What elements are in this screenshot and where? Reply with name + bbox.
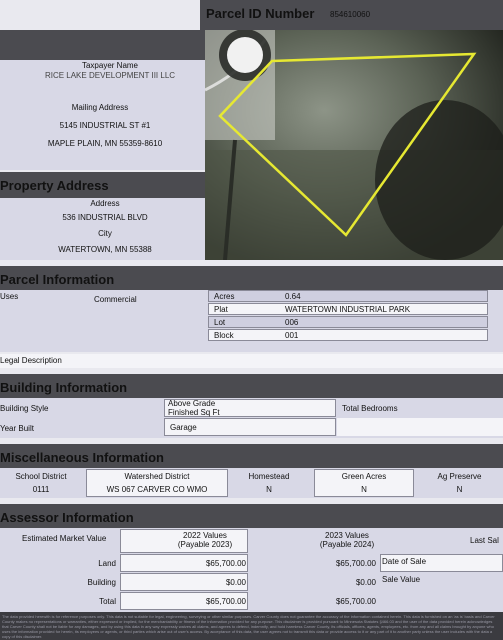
- values-2022-title: 2022 Values: [183, 531, 227, 540]
- block-value: 001: [285, 331, 299, 340]
- property-address-title: Property Address: [0, 178, 109, 193]
- values-2023-payable: (Payable 2024): [319, 540, 375, 549]
- assessor-info-title: Assessor Information: [0, 510, 134, 525]
- uses-value: Commercial: [94, 295, 137, 304]
- building-style-label: Building Style: [0, 404, 49, 413]
- land-label: Land: [98, 559, 116, 568]
- values-2023-title: 2023 Values: [325, 531, 369, 540]
- homestead-value: N: [266, 485, 272, 494]
- green-acres-label: Green Acres: [341, 472, 387, 481]
- building-value-2022: $0.00: [225, 578, 246, 587]
- aerial-map[interactable]: [205, 30, 503, 260]
- last-sale-label: Last Sal: [470, 536, 499, 545]
- total-bedrooms-label: Total Bedrooms: [342, 404, 398, 413]
- disclaimer-text: The data provided herewith is for refere…: [2, 614, 495, 639]
- land-value-2023: $65,700.00: [335, 559, 376, 568]
- lot-label: Lot: [214, 318, 226, 327]
- values-2022-payable: (Payable 2023): [177, 540, 233, 549]
- total-value-2023: $65,700.00: [335, 597, 376, 606]
- parcel-id-value: 854610060: [330, 10, 371, 19]
- legal-description-label: Legal Description: [0, 356, 62, 365]
- parcel-id-label: Parcel ID Number: [206, 6, 315, 21]
- school-district-label: School District: [15, 472, 67, 481]
- green-acres-value: N: [361, 485, 367, 494]
- block-label: Block: [214, 331, 234, 340]
- property-street: 536 INDUSTRIAL BLVD: [62, 213, 148, 222]
- plat-value: WATERTOWN INDUSTRIAL PARK: [285, 305, 411, 314]
- acres-value: 0.64: [285, 292, 301, 301]
- left-header-band: [0, 30, 205, 60]
- city-label: City: [98, 229, 112, 238]
- above-grade-label: Above Grade: [168, 399, 216, 408]
- finished-sqft-label: Finished Sq Ft: [168, 408, 220, 417]
- building-info-title: Building Information: [0, 380, 128, 395]
- misc-info-title: Miscellaneous Information: [0, 450, 164, 465]
- aerial-photo: [205, 30, 503, 260]
- lot-row: [208, 316, 488, 328]
- acres-label: Acres: [214, 292, 235, 301]
- total-value-2022: $65,700.00: [205, 597, 246, 606]
- acres-row: [208, 290, 488, 302]
- garage-label: Garage: [170, 423, 197, 432]
- year-built-label: Year Built: [0, 424, 34, 433]
- legal-description-row: [0, 354, 503, 368]
- lot-value: 006: [285, 318, 299, 327]
- block-row: [208, 329, 488, 341]
- mailing-street: 5145 INDUSTRIAL ST #1: [59, 121, 151, 130]
- building-label: Building: [87, 578, 116, 587]
- property-city: WATERTOWN, MN 55388: [58, 245, 152, 254]
- mailing-city: MAPLE PLAIN, MN 55359-8610: [47, 139, 163, 148]
- ag-preserve-label: Ag Preserve: [437, 472, 482, 481]
- uses-label: Uses: [0, 292, 19, 301]
- emv-label: Estimated Market Value: [22, 534, 107, 543]
- ag-preserve-value: N: [456, 485, 463, 494]
- parcel-info-title: Parcel Information: [0, 272, 115, 287]
- land-value-2022: $65,700.00: [205, 559, 246, 568]
- date-of-sale-label: Date of Sale: [382, 557, 427, 566]
- watershed-district-label: Watershed District: [124, 472, 190, 481]
- taxpayer-name-label: Taxpayer Name: [81, 61, 139, 70]
- watershed-district-value: WS 067 CARVER CO WMO: [106, 485, 208, 494]
- homestead-label: Homestead: [248, 472, 290, 481]
- mailing-address-label: Mailing Address: [71, 103, 129, 112]
- taxpayer-name: RICE LAKE DEVELOPMENT III LLC: [44, 71, 176, 80]
- address-label: Address: [90, 199, 120, 208]
- school-district-value: 0111: [32, 485, 50, 494]
- sale-value-label: Sale Value: [382, 575, 421, 584]
- garage-value-cell: [337, 418, 503, 436]
- total-label: Total: [99, 597, 116, 606]
- plat-label: Plat: [214, 305, 228, 314]
- building-value-2023: $0.00: [355, 578, 376, 587]
